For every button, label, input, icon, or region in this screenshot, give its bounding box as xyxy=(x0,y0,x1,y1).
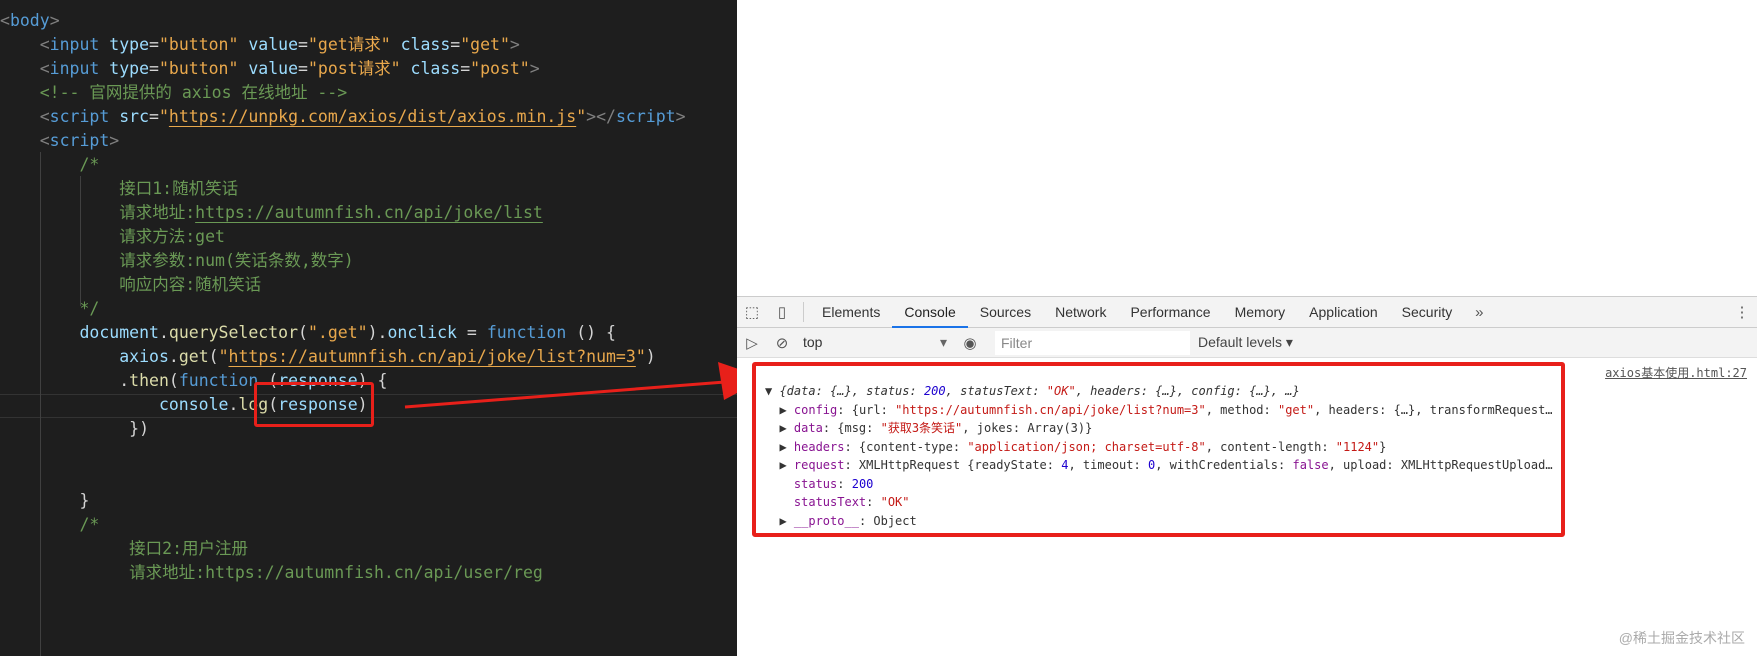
console-toolbar: ▷ ⊘ top ▾ ◉ Filter Default levels ▾ xyxy=(737,328,1757,358)
tab-console[interactable]: Console xyxy=(892,297,968,328)
tab-application[interactable]: Application xyxy=(1297,297,1390,328)
devtools-menu-button[interactable]: ⋮ xyxy=(1727,303,1757,321)
tab-network[interactable]: Network xyxy=(1043,297,1118,328)
tab-performance[interactable]: Performance xyxy=(1118,297,1222,328)
tab-memory[interactable]: Memory xyxy=(1223,297,1298,328)
sidebar-toggle-icon[interactable]: ▷ xyxy=(737,334,767,352)
context-select[interactable]: top ▾ xyxy=(797,334,947,351)
more-tabs-button[interactable]: » xyxy=(1464,304,1494,321)
tab-sources[interactable]: Sources xyxy=(968,297,1043,328)
watermark: @稀土掘金技术社区 xyxy=(1618,630,1745,646)
filter-input[interactable]: Filter xyxy=(995,330,1190,355)
source-link[interactable]: axios基本使用.html:27 xyxy=(1605,364,1747,382)
devtools-tabs: ⬚ ▯ Elements Console Sources Network Per… xyxy=(737,297,1757,328)
tab-elements[interactable]: Elements xyxy=(810,297,892,328)
context-value: top xyxy=(803,334,823,350)
inspect-element-icon[interactable]: ⬚ xyxy=(737,303,767,321)
tab-security[interactable]: Security xyxy=(1390,297,1465,328)
device-toolbar-icon[interactable]: ▯ xyxy=(767,303,797,321)
console-highlight-box xyxy=(752,362,1565,537)
clear-console-icon[interactable]: ⊘ xyxy=(767,334,797,352)
log-levels-select[interactable]: Default levels ▾ xyxy=(1198,334,1293,351)
live-expression-eye-icon[interactable]: ◉ xyxy=(955,334,985,352)
